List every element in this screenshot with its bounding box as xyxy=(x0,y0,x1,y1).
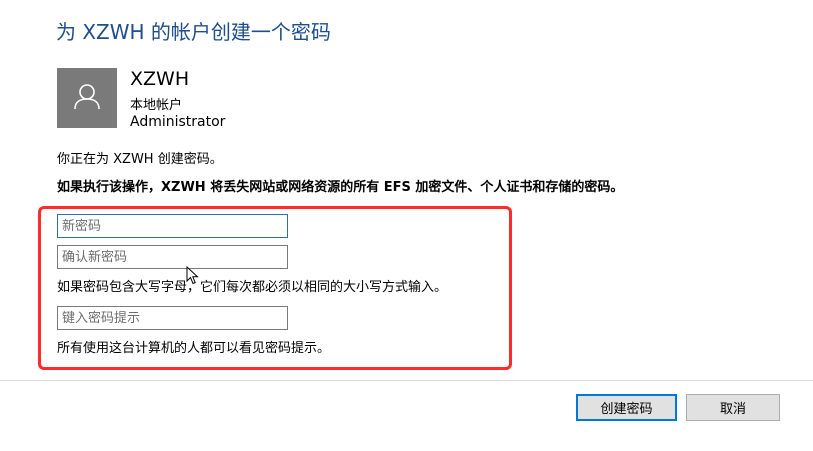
warning-text: 如果执行该操作，XZWH 将丢失网站或网络资源的所有 EFS 加密文件、个人证书… xyxy=(57,180,624,195)
mouse-cursor-icon xyxy=(186,266,199,285)
info-text: 你正在为 XZWH 创建密码。 xyxy=(57,152,223,167)
hint-visibility-note: 所有使用这台计算机的人都可以看见密码提示。 xyxy=(57,341,331,356)
password-hint-input[interactable] xyxy=(57,306,288,330)
user-icon xyxy=(74,84,100,110)
new-password-input[interactable] xyxy=(57,214,288,238)
account-role: Administrator xyxy=(130,114,226,130)
confirm-password-input[interactable] xyxy=(57,245,288,269)
user-avatar xyxy=(57,68,117,128)
case-sensitivity-note: 如果密码包含大写字母，它们每次都必须以相同的大小写方式输入。 xyxy=(57,280,448,295)
user-name: XZWH xyxy=(130,68,190,90)
account-type: 本地帐户 xyxy=(130,98,183,113)
footer-divider xyxy=(0,380,813,381)
create-password-button[interactable]: 创建密码 xyxy=(576,394,677,421)
cancel-button[interactable]: 取消 xyxy=(686,394,780,421)
dialog-title: 为 XZWH 的帐户创建一个密码 xyxy=(56,20,331,44)
create-password-dialog: 为 XZWH 的帐户创建一个密码 XZWH 本地帐户 Administrator… xyxy=(0,0,813,451)
